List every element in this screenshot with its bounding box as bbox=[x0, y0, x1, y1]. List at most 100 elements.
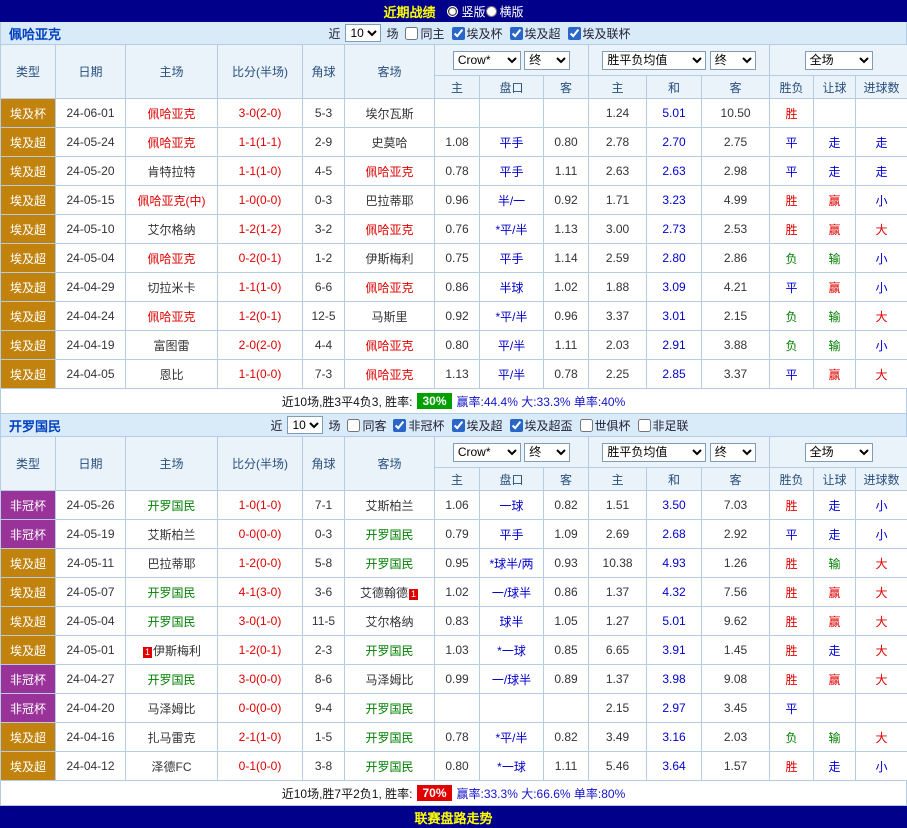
team-link[interactable]: 佩哈亚克(中) bbox=[138, 194, 206, 208]
score-link[interactable]: 3-0(0-0) bbox=[239, 672, 282, 686]
team-link[interactable]: 开罗国民 bbox=[365, 528, 413, 542]
team-name[interactable]: 开罗国民 bbox=[9, 416, 61, 435]
score-link[interactable]: 0-2(0-1) bbox=[239, 251, 282, 265]
score-link[interactable]: 1-1(1-0) bbox=[239, 280, 282, 294]
match-count-select[interactable]: 10 bbox=[345, 24, 381, 42]
filter-checkbox-非足联[interactable]: 非足联 bbox=[638, 417, 689, 434]
games-label: 场 bbox=[328, 417, 340, 434]
team-link[interactable]: 开罗国民 bbox=[365, 702, 413, 716]
team-link[interactable]: 佩哈亚克 bbox=[147, 107, 195, 121]
team-link[interactable]: 巴拉蒂耶 bbox=[147, 557, 195, 571]
team-link[interactable]: 开罗国民 bbox=[365, 731, 413, 745]
team-link[interactable]: 艾斯柏兰 bbox=[365, 499, 413, 513]
team-link[interactable]: 伊斯梅利 bbox=[153, 644, 201, 658]
score-link[interactable]: 1-0(1-0) bbox=[239, 498, 282, 512]
radio-input[interactable] bbox=[447, 6, 458, 17]
team-link[interactable]: 开罗国民 bbox=[365, 760, 413, 774]
checkbox-input[interactable] bbox=[347, 419, 360, 432]
filter-checkbox-同主[interactable]: 同主 bbox=[405, 25, 444, 42]
checkbox-input[interactable] bbox=[405, 27, 418, 40]
team-name[interactable]: 佩哈亚克 bbox=[9, 24, 61, 43]
team-link[interactable]: 巴拉蒂耶 bbox=[365, 194, 413, 208]
filter-checkbox-埃及杯[interactable]: 埃及杯 bbox=[452, 25, 503, 42]
checkbox-input[interactable] bbox=[510, 27, 523, 40]
team-link[interactable]: 马斯里 bbox=[371, 310, 407, 324]
score-link[interactable]: 1-2(0-1) bbox=[239, 643, 282, 657]
score-link[interactable]: 1-1(1-0) bbox=[239, 164, 282, 178]
team-link[interactable]: 开罗国民 bbox=[147, 586, 195, 600]
team-link[interactable]: 伊斯梅利 bbox=[365, 252, 413, 266]
odds-final-select[interactable]: 终 bbox=[524, 443, 570, 462]
team-link[interactable]: 佩哈亚克 bbox=[365, 165, 413, 179]
team-link[interactable]: 佩哈亚克 bbox=[147, 136, 195, 150]
team-link[interactable]: 开罗国民 bbox=[365, 557, 413, 571]
match-count-select[interactable]: 10 bbox=[287, 416, 323, 434]
filter-checkbox-非冠杯[interactable]: 非冠杯 bbox=[393, 417, 444, 434]
checkbox-input[interactable] bbox=[452, 27, 465, 40]
checkbox-input[interactable] bbox=[393, 419, 406, 432]
team-link[interactable]: 肯特拉特 bbox=[147, 165, 195, 179]
score-link[interactable]: 3-0(1-0) bbox=[239, 614, 282, 628]
score-link[interactable]: 0-1(0-0) bbox=[239, 759, 282, 773]
filter-checkbox-世俱杯[interactable]: 世俱杯 bbox=[580, 417, 631, 434]
team-link[interactable]: 马泽姆比 bbox=[147, 702, 195, 716]
avg-odds-select[interactable]: 胜平负均值 bbox=[602, 443, 706, 462]
team-link[interactable]: 艾尔格纳 bbox=[365, 615, 413, 629]
vertical-layout-radio[interactable]: 竖版 bbox=[447, 3, 485, 20]
score-link[interactable]: 1-2(1-2) bbox=[239, 222, 282, 236]
team-link[interactable]: 佩哈亚克 bbox=[147, 310, 195, 324]
checkbox-input[interactable] bbox=[452, 419, 465, 432]
team-link[interactable]: 史莫哈 bbox=[371, 136, 407, 150]
team-link[interactable]: 马泽姆比 bbox=[365, 673, 413, 687]
filter-checkbox-埃及超盃[interactable]: 埃及超盃 bbox=[510, 417, 573, 434]
team-link[interactable]: 佩哈亚克 bbox=[147, 252, 195, 266]
score-link[interactable]: 2-1(1-0) bbox=[239, 730, 282, 744]
scope-select[interactable]: 全场 bbox=[805, 51, 873, 70]
score-link[interactable]: 2-0(2-0) bbox=[239, 338, 282, 352]
team-link[interactable]: 恩比 bbox=[159, 368, 183, 382]
team-link[interactable]: 佩哈亚克 bbox=[365, 223, 413, 237]
score-link[interactable]: 1-2(0-1) bbox=[239, 309, 282, 323]
bottom-bar-title[interactable]: 联赛盘路走势 bbox=[414, 808, 492, 827]
checkbox-input[interactable] bbox=[568, 27, 581, 40]
radio-input[interactable] bbox=[486, 6, 497, 17]
team-link[interactable]: 佩哈亚克 bbox=[365, 339, 413, 353]
team-link[interactable]: 艾德翰德 bbox=[360, 586, 408, 600]
team-link[interactable]: 切拉米卡 bbox=[147, 281, 195, 295]
filter-checkbox-埃及超[interactable]: 埃及超 bbox=[452, 417, 503, 434]
score-link[interactable]: 1-1(1-1) bbox=[239, 135, 282, 149]
score-link[interactable]: 1-0(0-0) bbox=[239, 193, 282, 207]
filter-checkbox-同客[interactable]: 同客 bbox=[347, 417, 386, 434]
team-link[interactable]: 泽德FC bbox=[152, 760, 192, 774]
score-link[interactable]: 3-0(2-0) bbox=[239, 106, 282, 120]
team-link[interactable]: 开罗国民 bbox=[147, 499, 195, 513]
score-link[interactable]: 0-0(0-0) bbox=[239, 527, 282, 541]
score-link[interactable]: 4-1(3-0) bbox=[239, 585, 282, 599]
filter-checkbox-埃及联杯[interactable]: 埃及联杯 bbox=[568, 25, 631, 42]
odds-final-select[interactable]: 终 bbox=[524, 51, 570, 70]
checkbox-input[interactable] bbox=[638, 419, 651, 432]
scope-select[interactable]: 全场 bbox=[805, 443, 873, 462]
team-link[interactable]: 艾尔格纳 bbox=[147, 223, 195, 237]
team-link[interactable]: 开罗国民 bbox=[365, 644, 413, 658]
filter-checkbox-埃及超[interactable]: 埃及超 bbox=[510, 25, 561, 42]
score-link[interactable]: 1-2(0-0) bbox=[239, 556, 282, 570]
team-link[interactable]: 富图雷 bbox=[153, 339, 189, 353]
checkbox-input[interactable] bbox=[510, 419, 523, 432]
checkbox-input[interactable] bbox=[580, 419, 593, 432]
horizontal-layout-radio[interactable]: 横版 bbox=[486, 3, 524, 20]
team-link[interactable]: 佩哈亚克 bbox=[365, 281, 413, 295]
team-link[interactable]: 埃尔瓦斯 bbox=[365, 107, 413, 121]
odds-company-select[interactable]: Crow* bbox=[453, 443, 521, 462]
score-link[interactable]: 0-0(0-0) bbox=[239, 701, 282, 715]
team-link[interactable]: 艾斯柏兰 bbox=[147, 528, 195, 542]
odds-company-select[interactable]: Crow* bbox=[453, 51, 521, 70]
team-link[interactable]: 佩哈亚克 bbox=[365, 368, 413, 382]
team-link[interactable]: 开罗国民 bbox=[147, 673, 195, 687]
score-link[interactable]: 1-1(0-0) bbox=[239, 367, 282, 381]
avg-final-select[interactable]: 终 bbox=[710, 51, 756, 70]
team-link[interactable]: 扎马雷克 bbox=[147, 731, 195, 745]
avg-final-select[interactable]: 终 bbox=[710, 443, 756, 462]
team-link[interactable]: 开罗国民 bbox=[147, 615, 195, 629]
avg-odds-select[interactable]: 胜平负均值 bbox=[602, 51, 706, 70]
